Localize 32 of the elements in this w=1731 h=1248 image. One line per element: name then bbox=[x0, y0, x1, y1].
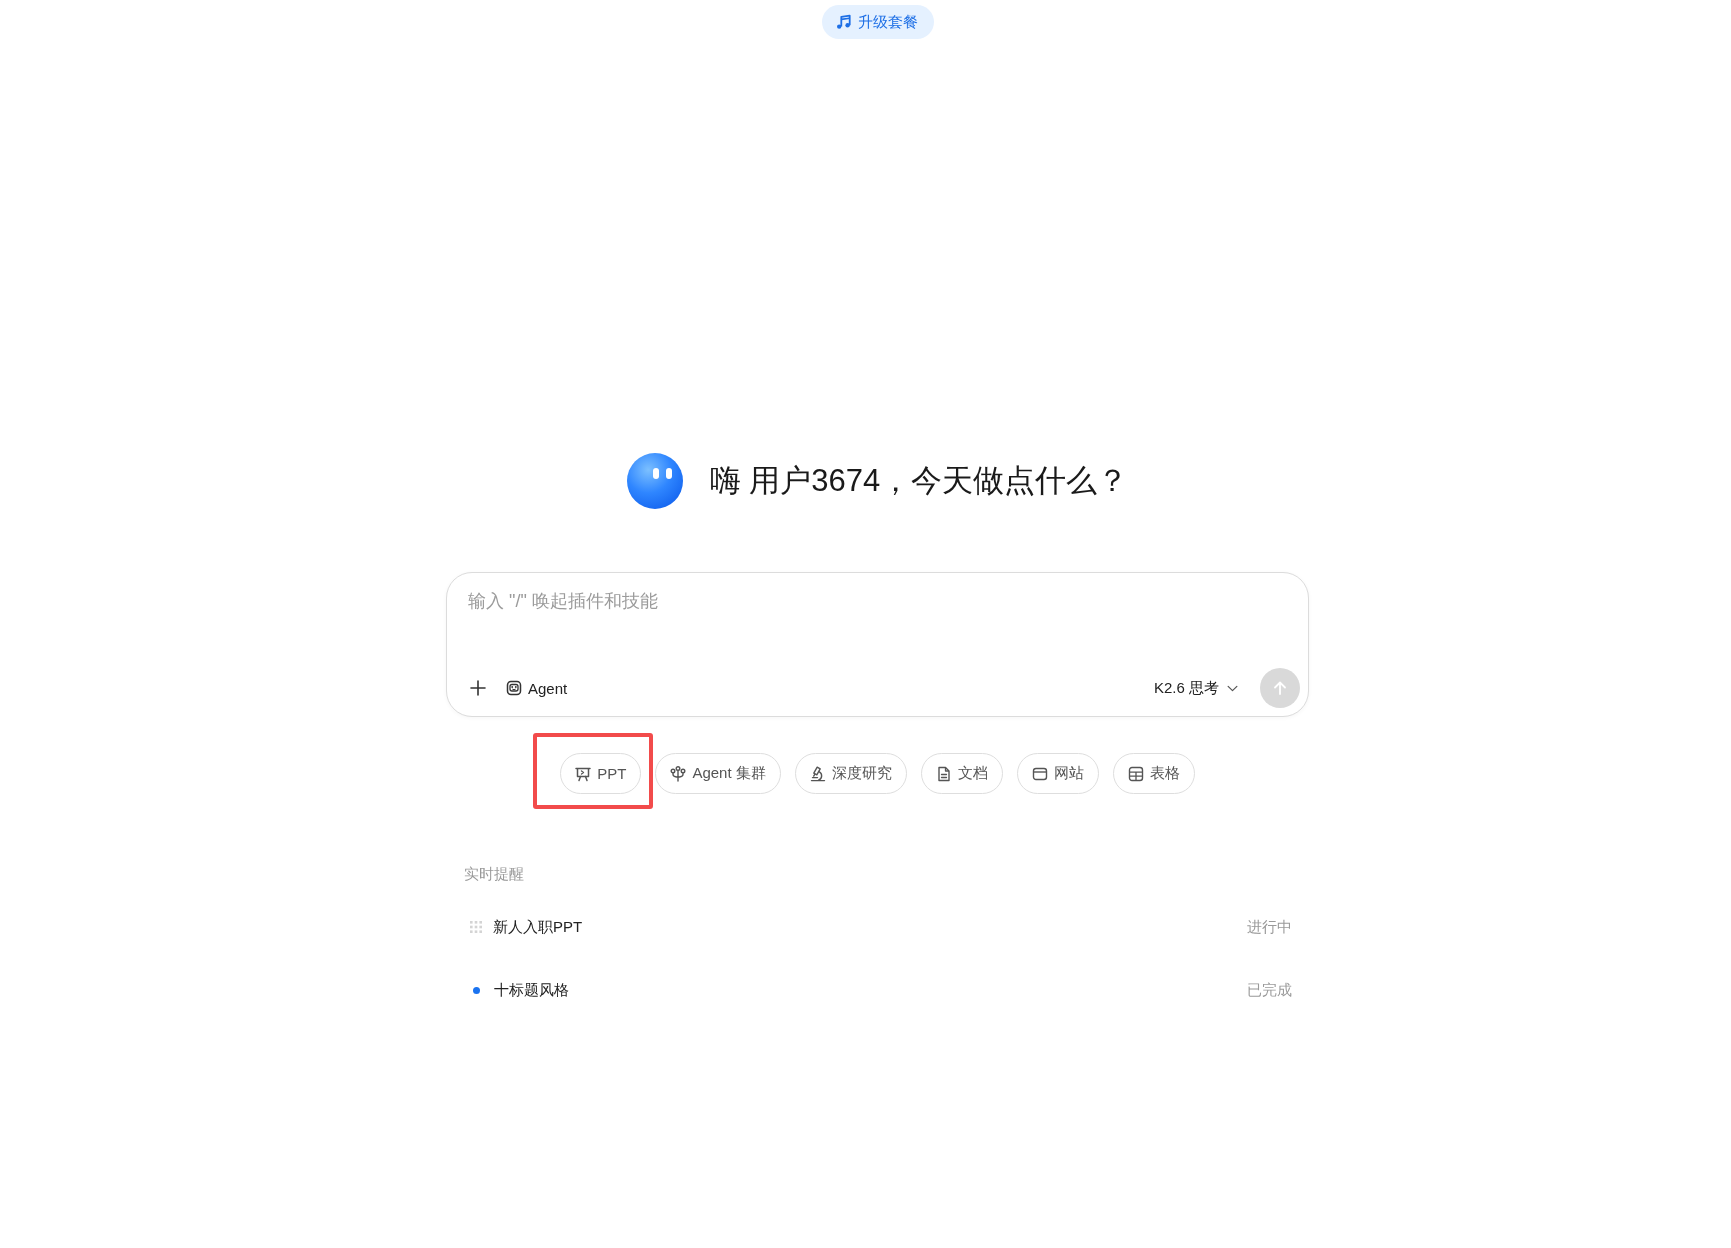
section-label: 实时提醒 bbox=[464, 864, 525, 884]
mascot-icon bbox=[626, 453, 683, 509]
plus-icon bbox=[470, 680, 486, 696]
arrow-up-icon bbox=[1272, 680, 1288, 696]
quick-action-chip[interactable]: 深度研究 bbox=[794, 753, 907, 794]
quick-action-chip[interactable]: Agent 集群 bbox=[655, 753, 781, 794]
browser-window-icon bbox=[1031, 765, 1048, 782]
table-icon bbox=[1127, 765, 1144, 782]
upgrade-button[interactable]: 升级套餐 bbox=[821, 5, 934, 39]
document-icon bbox=[935, 765, 952, 782]
reminder-title[interactable]: 十标题风格 bbox=[494, 980, 569, 1000]
reminder-status: 已完成 bbox=[1247, 980, 1292, 1000]
microscope-icon bbox=[809, 765, 826, 782]
status-dot-icon bbox=[473, 986, 480, 994]
music-note-icon bbox=[835, 14, 852, 30]
connected-nodes-icon bbox=[670, 765, 687, 782]
dot-grid-icon bbox=[470, 921, 482, 933]
message-input-field[interactable]: 输入 "/" 唤起插件和技能 bbox=[468, 589, 1300, 668]
add-button[interactable] bbox=[468, 678, 488, 698]
presentation-board-icon bbox=[575, 765, 592, 782]
robot-face-icon bbox=[506, 680, 522, 696]
quick-action-chip[interactable]: 网站 bbox=[1016, 753, 1099, 794]
quick-action-chip[interactable]: 表格 bbox=[1112, 753, 1195, 794]
reminder-status: 进行中 bbox=[1247, 917, 1292, 937]
quick-action-chip[interactable]: PPT bbox=[560, 753, 642, 794]
chevron-down-icon bbox=[1227, 684, 1238, 692]
model-selector[interactable]: K2.6 思考 bbox=[1153, 678, 1238, 698]
greeting-heading: 嗨 用户3674，今天做点什么？ bbox=[709, 462, 1129, 500]
reminder-title[interactable]: 新人入职PPT bbox=[493, 917, 583, 937]
quick-action-chip[interactable]: 文档 bbox=[920, 753, 1003, 794]
chat-input-box[interactable]: 输入 "/" 唤起插件和技能 Agent K2.6 思考 bbox=[446, 572, 1309, 717]
agent-button[interactable]: Agent bbox=[506, 679, 568, 697]
